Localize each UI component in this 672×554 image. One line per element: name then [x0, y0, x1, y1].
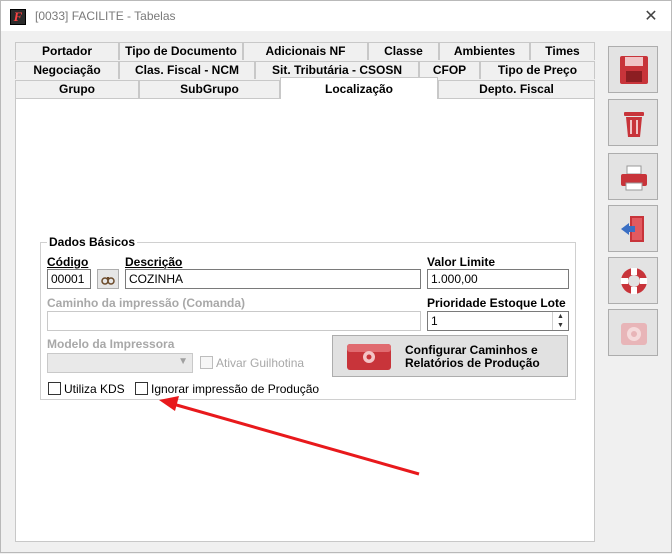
prioridade-value: 1 [431, 314, 438, 328]
save-button[interactable] [608, 46, 658, 93]
tab-classe[interactable]: Classe [368, 42, 439, 60]
tab-tipo-documento[interactable]: Tipo de Documento [119, 42, 243, 60]
binoculars-icon [101, 277, 115, 285]
group-title: Dados Básicos [47, 235, 138, 249]
descricao-label: Descrição [125, 255, 183, 269]
tab-control: Portador Tipo de Documento Adicionais NF… [15, 42, 595, 542]
prioridade-input[interactable]: 1 ▲ ▼ [427, 311, 569, 331]
modelo-label: Modelo da Impressora [47, 337, 175, 351]
tab-row-3: Grupo SubGrupo Localização Depto. Fiscal [15, 77, 595, 99]
utiliza-kds-label: Utiliza KDS [64, 382, 125, 396]
delete-icon [624, 112, 644, 137]
close-button[interactable]: ✕ [641, 7, 661, 27]
ignorar-producao-label: Ignorar impressão de Produção [151, 382, 320, 396]
configurar-caminhos-label: Configurar Caminhos e Relatórios de Prod… [405, 343, 540, 370]
tab-row-1: Portador Tipo de Documento Adicionais NF… [15, 42, 595, 60]
title-bar: F [0033] FACILITE - Tabelas ✕ [1, 1, 671, 31]
print-button[interactable] [608, 153, 658, 200]
save-icon [620, 56, 648, 84]
dados-basicos-group: Dados Básicos Código 00001 Descrição COZ… [40, 235, 576, 400]
delete-button[interactable] [608, 99, 658, 146]
spin-down-icon[interactable]: ▼ [553, 321, 568, 330]
tab-localizacao[interactable]: Localização [280, 77, 438, 99]
window-title: [0033] FACILITE - Tabelas [35, 9, 176, 23]
search-code-button[interactable] [97, 269, 119, 289]
tab-adicionais-nf[interactable]: Adicionais NF [243, 42, 368, 60]
utiliza-kds-checkbox[interactable] [48, 382, 61, 395]
help-icon [621, 268, 647, 294]
exit-button[interactable] [608, 205, 658, 252]
prioridade-spinner[interactable]: ▲ ▼ [552, 312, 568, 330]
ignorar-producao-checkbox[interactable] [135, 382, 148, 395]
tab-times[interactable]: Times [530, 42, 595, 60]
exit-icon [621, 216, 644, 242]
tab-depto-fiscal[interactable]: Depto. Fiscal [438, 80, 595, 98]
tab-ambientes[interactable]: Ambientes [439, 42, 530, 60]
ativar-guilhotina-checkbox[interactable] [200, 356, 213, 369]
gear-box-icon [347, 344, 391, 370]
codigo-label: Código [47, 255, 89, 269]
print-icon [621, 165, 647, 191]
spin-up-icon[interactable]: ▲ [553, 312, 568, 321]
caminho-label: Caminho da impressão (Comanda) [47, 296, 246, 310]
settings-button[interactable] [608, 309, 658, 356]
tab-grupo[interactable]: Grupo [15, 80, 139, 98]
modelo-select[interactable]: ▼ [47, 353, 193, 373]
app-logo-icon: F [10, 9, 26, 25]
configurar-caminhos-button[interactable]: Configurar Caminhos e Relatórios de Prod… [332, 335, 568, 377]
chevron-down-icon: ▼ [178, 356, 188, 367]
settings-icon [621, 323, 647, 345]
valor-limite-input[interactable]: 1.000,00 [427, 269, 569, 289]
tab-tipo-preco[interactable]: Tipo de Preço [480, 61, 595, 79]
tab-content-localizacao: Dados Básicos Código 00001 Descrição COZ… [15, 98, 595, 542]
tab-clas-fiscal-ncm[interactable]: Clas. Fiscal - NCM [119, 61, 255, 79]
prioridade-label: Prioridade Estoque Lote [427, 296, 566, 310]
codigo-input[interactable]: 00001 [47, 269, 91, 289]
caminho-input[interactable] [47, 311, 421, 331]
tab-subgrupo[interactable]: SubGrupo [139, 80, 280, 98]
help-button[interactable] [608, 257, 658, 304]
descricao-input[interactable]: COZINHA [125, 269, 421, 289]
tab-negociacao[interactable]: Negociação [15, 61, 119, 79]
ativar-guilhotina-label: Ativar Guilhotina [216, 356, 305, 370]
tab-portador[interactable]: Portador [15, 42, 119, 60]
app-window: F [0033] FACILITE - Tabelas ✕ Portador T… [0, 0, 672, 553]
valor-limite-label: Valor Limite [427, 255, 496, 269]
